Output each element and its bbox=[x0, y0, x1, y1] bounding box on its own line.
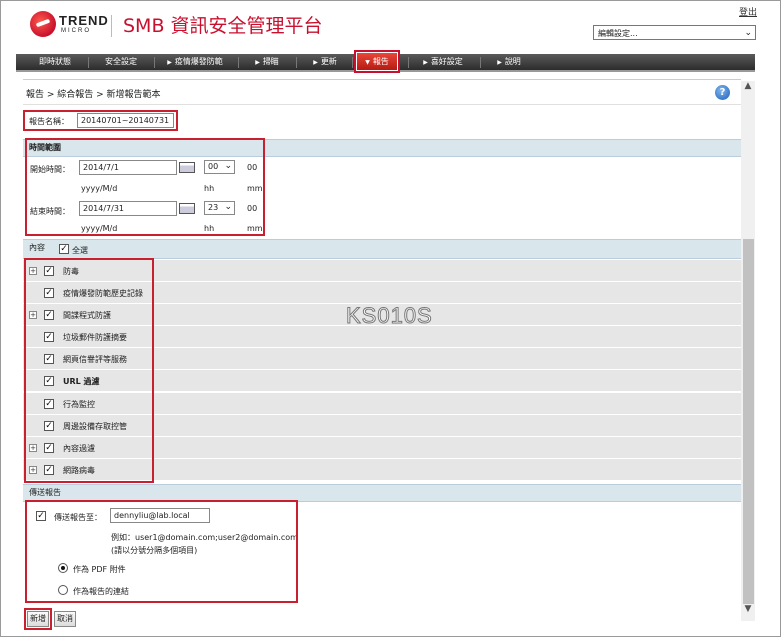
brand-name: TREND bbox=[59, 13, 109, 28]
report-name-label: 報告名稱： bbox=[29, 117, 69, 126]
nav-item-help[interactable]: ▶ 說明 bbox=[484, 54, 534, 70]
content-items-highlight bbox=[24, 258, 154, 483]
logout-link[interactable]: 登出 bbox=[739, 5, 757, 18]
triangle-right-icon: ▶ bbox=[423, 59, 428, 66]
content-header: 內容 bbox=[23, 239, 741, 259]
nav-item-reports[interactable]: ▼ 報告 bbox=[354, 50, 400, 73]
nav-item-update[interactable]: ▶ 更新 bbox=[300, 54, 350, 70]
triangle-right-icon: ▶ bbox=[497, 59, 502, 66]
nav-item-scan[interactable]: ▶ 掃瞄 bbox=[242, 54, 292, 70]
watermark-text: KS010S bbox=[346, 303, 433, 329]
send-report-highlight bbox=[25, 500, 298, 603]
cancel-button[interactable]: 取消 bbox=[54, 611, 76, 627]
scrollbar-thumb[interactable] bbox=[743, 239, 754, 604]
triangle-right-icon: ▶ bbox=[313, 59, 318, 66]
divider bbox=[23, 104, 741, 105]
trend-micro-logo-icon bbox=[30, 11, 56, 37]
nav-item-status[interactable]: 即時狀態 bbox=[24, 54, 86, 70]
divider bbox=[23, 79, 741, 80]
scroll-up-icon[interactable]: ▲ bbox=[742, 81, 754, 93]
header-divider bbox=[111, 15, 112, 37]
help-icon[interactable]: ? bbox=[715, 85, 730, 100]
app-window: TREND MICRO SMB 資訊安全管理平台 登出 編輯設定... ⌄ 即時… bbox=[0, 0, 781, 637]
chevron-down-icon: ⌄ bbox=[744, 28, 752, 38]
select-all-checkbox[interactable]: ✓ bbox=[59, 244, 69, 254]
select-all-label: 全選 bbox=[72, 246, 88, 255]
edit-settings-select[interactable]: 編輯設定... ⌄ bbox=[593, 25, 756, 40]
triangle-right-icon: ▶ bbox=[255, 59, 260, 66]
triangle-right-icon: ▶ bbox=[167, 59, 172, 66]
scroll-down-icon[interactable]: ▼ bbox=[742, 604, 754, 616]
brand-subname: MICRO bbox=[61, 28, 91, 34]
app-title: SMB 資訊安全管理平台 bbox=[123, 15, 323, 37]
breadcrumb: 報告 > 綜合報告 > 新增報告範本 bbox=[26, 90, 161, 100]
report-name-input[interactable]: 20140701~20140731 bbox=[77, 113, 174, 128]
nav-item-outbreak-defense[interactable]: ▶ 疫情爆發防範 bbox=[156, 54, 234, 70]
nav-item-preferences[interactable]: ▶ 喜好設定 bbox=[412, 54, 474, 70]
main-nav: 即時狀態 安全設定 ▶ 疫情爆發防範 ▶ 掃瞄 ▶ 更新 ▼ 報告 ▶ 喜好設定 ▶ 說明 bbox=[16, 50, 755, 73]
time-range-highlight bbox=[25, 138, 265, 236]
edit-settings-value: 編輯設定... bbox=[598, 29, 638, 38]
add-button-highlight bbox=[24, 608, 52, 630]
triangle-down-icon: ▼ bbox=[365, 59, 370, 66]
content-title: 內容 bbox=[29, 243, 45, 252]
nav-item-security-settings[interactable]: 安全設定 bbox=[90, 54, 152, 70]
